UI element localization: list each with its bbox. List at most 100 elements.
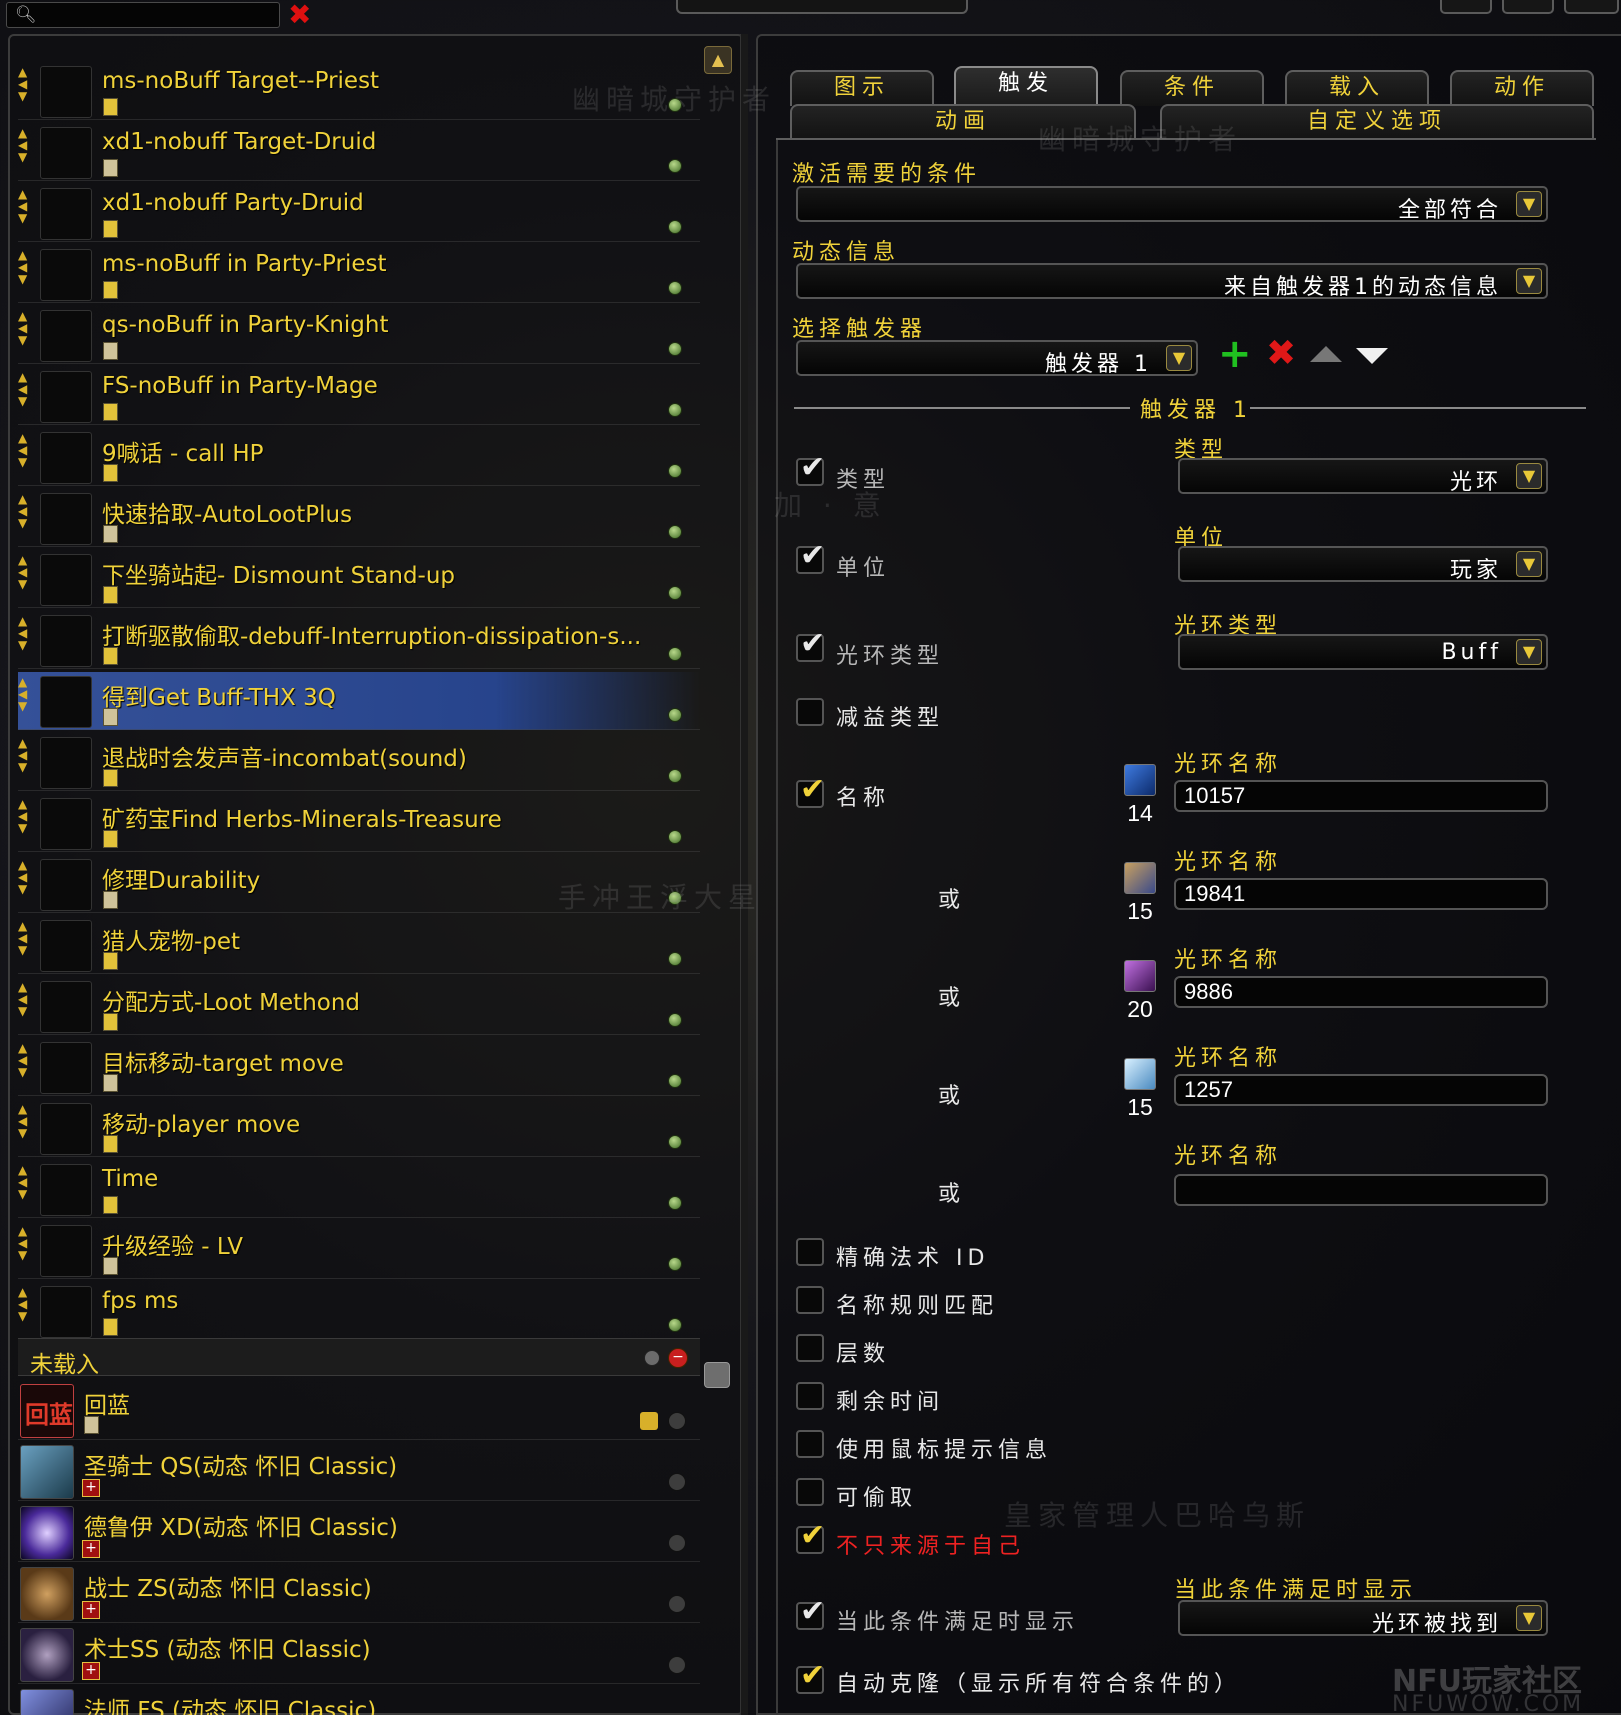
visibility-icon[interactable] (668, 769, 682, 783)
document-icon[interactable] (103, 952, 118, 970)
unloaded-aura-item[interactable]: 法师 FS (动态 怀旧 Classic)+ (18, 1685, 700, 1715)
aura-list-item[interactable]: ▲ ◀ ▼ 升级经验 - LV (18, 1221, 700, 1279)
aura-name-input[interactable]: 10157 (1174, 780, 1548, 812)
dynamic-info-dropdown[interactable]: 来自触发器1的动态信息 ▼ (796, 263, 1548, 300)
collapse-icon[interactable]: − (668, 1348, 688, 1368)
document-icon[interactable] (103, 586, 118, 604)
activation-dropdown[interactable]: 全部符合 ▼ (796, 186, 1548, 223)
reorder-arrows-icon[interactable]: ▲ ◀ ▼ (18, 737, 36, 773)
unloaded-aura-item[interactable]: 圣骑士 QS(动态 怀旧 Classic) + (18, 1441, 700, 1501)
document-icon[interactable] (103, 159, 118, 177)
reorder-arrows-icon[interactable]: ▲ ◀ ▼ (18, 615, 36, 651)
chevron-down-icon[interactable]: ▼ (1516, 1605, 1542, 1631)
chevron-down-icon[interactable]: ▼ (1516, 268, 1542, 294)
aura-list-item[interactable]: ▲ ◀ ▼ xd1-nobuff Target-Druid (18, 123, 700, 181)
aura-name-input[interactable]: 1257 (1174, 1074, 1548, 1106)
aura-list-item[interactable]: ▲ ◀ ▼ 猎人宠物-pet (18, 916, 700, 974)
document-icon[interactable] (103, 464, 118, 482)
document-icon[interactable] (103, 525, 118, 543)
chevron-down-icon[interactable]: ▼ (1516, 191, 1542, 217)
reorder-arrows-icon[interactable]: ▲ ◀ ▼ (18, 249, 36, 285)
tab-load[interactable]: 载入 (1285, 70, 1429, 106)
document-icon[interactable] (103, 403, 118, 421)
document-icon[interactable] (103, 891, 118, 909)
visibility-icon[interactable] (668, 647, 682, 661)
aura-list-item[interactable]: ▲ ◀ ▼ 9喊话 - call HP (18, 428, 700, 486)
reorder-arrows-icon[interactable]: ▲ ◀ ▼ (18, 798, 36, 834)
document-icon[interactable] (103, 708, 118, 726)
visibility-icon[interactable] (668, 1196, 682, 1210)
document-icon[interactable] (103, 830, 118, 848)
reorder-arrows-icon[interactable]: ▲ ◀ ▼ (18, 127, 36, 163)
name-checkbox[interactable]: ✔ (796, 772, 825, 808)
visibility-icon[interactable] (668, 586, 682, 600)
option-checkbox[interactable]: ✔ (796, 1518, 825, 1554)
option-checkbox[interactable] (796, 1334, 824, 1362)
reorder-arrows-icon[interactable]: ▲ ◀ ▼ (18, 1042, 36, 1078)
tab-conditions[interactable]: 条件 (1120, 70, 1264, 106)
document-icon[interactable] (103, 1257, 118, 1275)
document-icon[interactable] (103, 281, 118, 299)
visibility-icon[interactable] (668, 1473, 686, 1491)
show-when-dropdown[interactable]: 光环被找到 ▼ (1178, 1600, 1548, 1637)
window-button[interactable] (1440, 0, 1492, 14)
delete-trigger-button[interactable]: ✖ (1266, 334, 1296, 374)
visibility-icon[interactable] (668, 1257, 682, 1271)
aura-list-item[interactable]: ▲ ◀ ▼ 矿药宝Find Herbs-Minerals-Treasure (18, 794, 700, 852)
add-trigger-button[interactable]: + (1218, 334, 1252, 374)
aura-list-item[interactable]: ▲ ◀ ▼ FS-noBuff in Party-Mage (18, 367, 700, 425)
group-header-unloaded[interactable]: 未载入 − (18, 1338, 700, 1378)
aura-list-item[interactable]: ▲ ◀ ▼ fps ms (18, 1282, 700, 1340)
unloaded-aura-item[interactable]: 术士SS (动态 怀旧 Classic) + (18, 1624, 700, 1684)
chevron-down-icon[interactable]: ▼ (1516, 551, 1542, 577)
visibility-icon[interactable] (668, 1135, 682, 1149)
load-icon[interactable] (640, 1412, 658, 1430)
reorder-arrows-icon[interactable]: ▲ ◀ ▼ (18, 1103, 36, 1139)
tab-display[interactable]: 图示 (790, 70, 934, 106)
visibility-icon[interactable] (668, 830, 682, 844)
window-button[interactable] (1564, 0, 1619, 14)
reorder-arrows-icon[interactable]: ▲ ◀ ▼ (18, 1164, 36, 1200)
reorder-arrows-icon[interactable]: ▲ ◀ ▼ (18, 554, 36, 590)
aura-list-item[interactable]: ▲ ◀ ▼ 下坐骑站起- Dismount Stand-up (18, 550, 700, 608)
document-icon[interactable] (103, 1135, 118, 1153)
scroll-top-button[interactable]: ▲ (704, 46, 732, 74)
add-icon[interactable]: + (82, 1479, 100, 1497)
reorder-arrows-icon[interactable]: ▲ ◀ ▼ (18, 310, 36, 346)
option-checkbox[interactable] (796, 1478, 824, 1506)
document-icon[interactable] (103, 1013, 118, 1031)
reorder-arrows-icon[interactable]: ▲ ◀ ▼ (18, 66, 36, 102)
aura-name-input[interactable] (1174, 1174, 1548, 1206)
move-up-icon[interactable] (1310, 346, 1342, 362)
visibility-icon[interactable] (668, 1074, 682, 1088)
document-icon[interactable] (103, 769, 118, 787)
debuff-type-checkbox[interactable] (796, 698, 824, 726)
unloaded-aura-item[interactable]: 回蓝 回蓝 (18, 1380, 700, 1440)
scrollbar-thumb[interactable] (704, 1362, 730, 1388)
option-checkbox[interactable] (796, 1238, 824, 1266)
aura-list-item[interactable]: ▲ ◀ ▼ 打断驱散偷取-debuff-Interruption-dissipatio… (18, 611, 700, 669)
show-when-checkbox[interactable]: ✔ (796, 1594, 825, 1630)
document-icon[interactable] (103, 220, 118, 238)
reorder-arrows-icon[interactable]: ▲ ◀ ▼ (18, 981, 36, 1017)
document-icon[interactable] (103, 98, 118, 116)
aura-list-item[interactable]: ▲ ◀ ▼ 得到Get Buff-THX 3Q (18, 672, 700, 730)
visibility-icon[interactable] (668, 1318, 682, 1332)
visibility-icon[interactable] (668, 1412, 686, 1430)
aura-list-scrollbar[interactable] (740, 34, 748, 1715)
unit-checkbox[interactable]: ✔ (796, 538, 825, 574)
visibility-icon[interactable] (668, 1656, 686, 1674)
document-icon[interactable] (103, 1074, 118, 1092)
document-icon[interactable] (103, 647, 118, 665)
reorder-arrows-icon[interactable]: ▲ ◀ ▼ (18, 859, 36, 895)
aura-list-item[interactable]: ▲ ◀ ▼ 快速拾取-AutoLootPlus (18, 489, 700, 547)
visibility-icon[interactable] (668, 403, 682, 417)
select-trigger-dropdown[interactable]: 触发器 1 ▼ (796, 340, 1198, 377)
clear-search-icon[interactable]: ✖ (288, 0, 311, 31)
unloaded-aura-item[interactable]: 德鲁伊 XD(动态 怀旧 Classic) + (18, 1502, 700, 1562)
aura-list-item[interactable]: ▲ ◀ ▼ xd1-nobuff Party-Druid (18, 184, 700, 242)
visibility-icon[interactable] (668, 464, 682, 478)
reorder-arrows-icon[interactable]: ▲ ◀ ▼ (18, 188, 36, 224)
document-icon[interactable] (84, 1416, 99, 1434)
chevron-down-icon[interactable]: ▼ (1166, 345, 1192, 371)
